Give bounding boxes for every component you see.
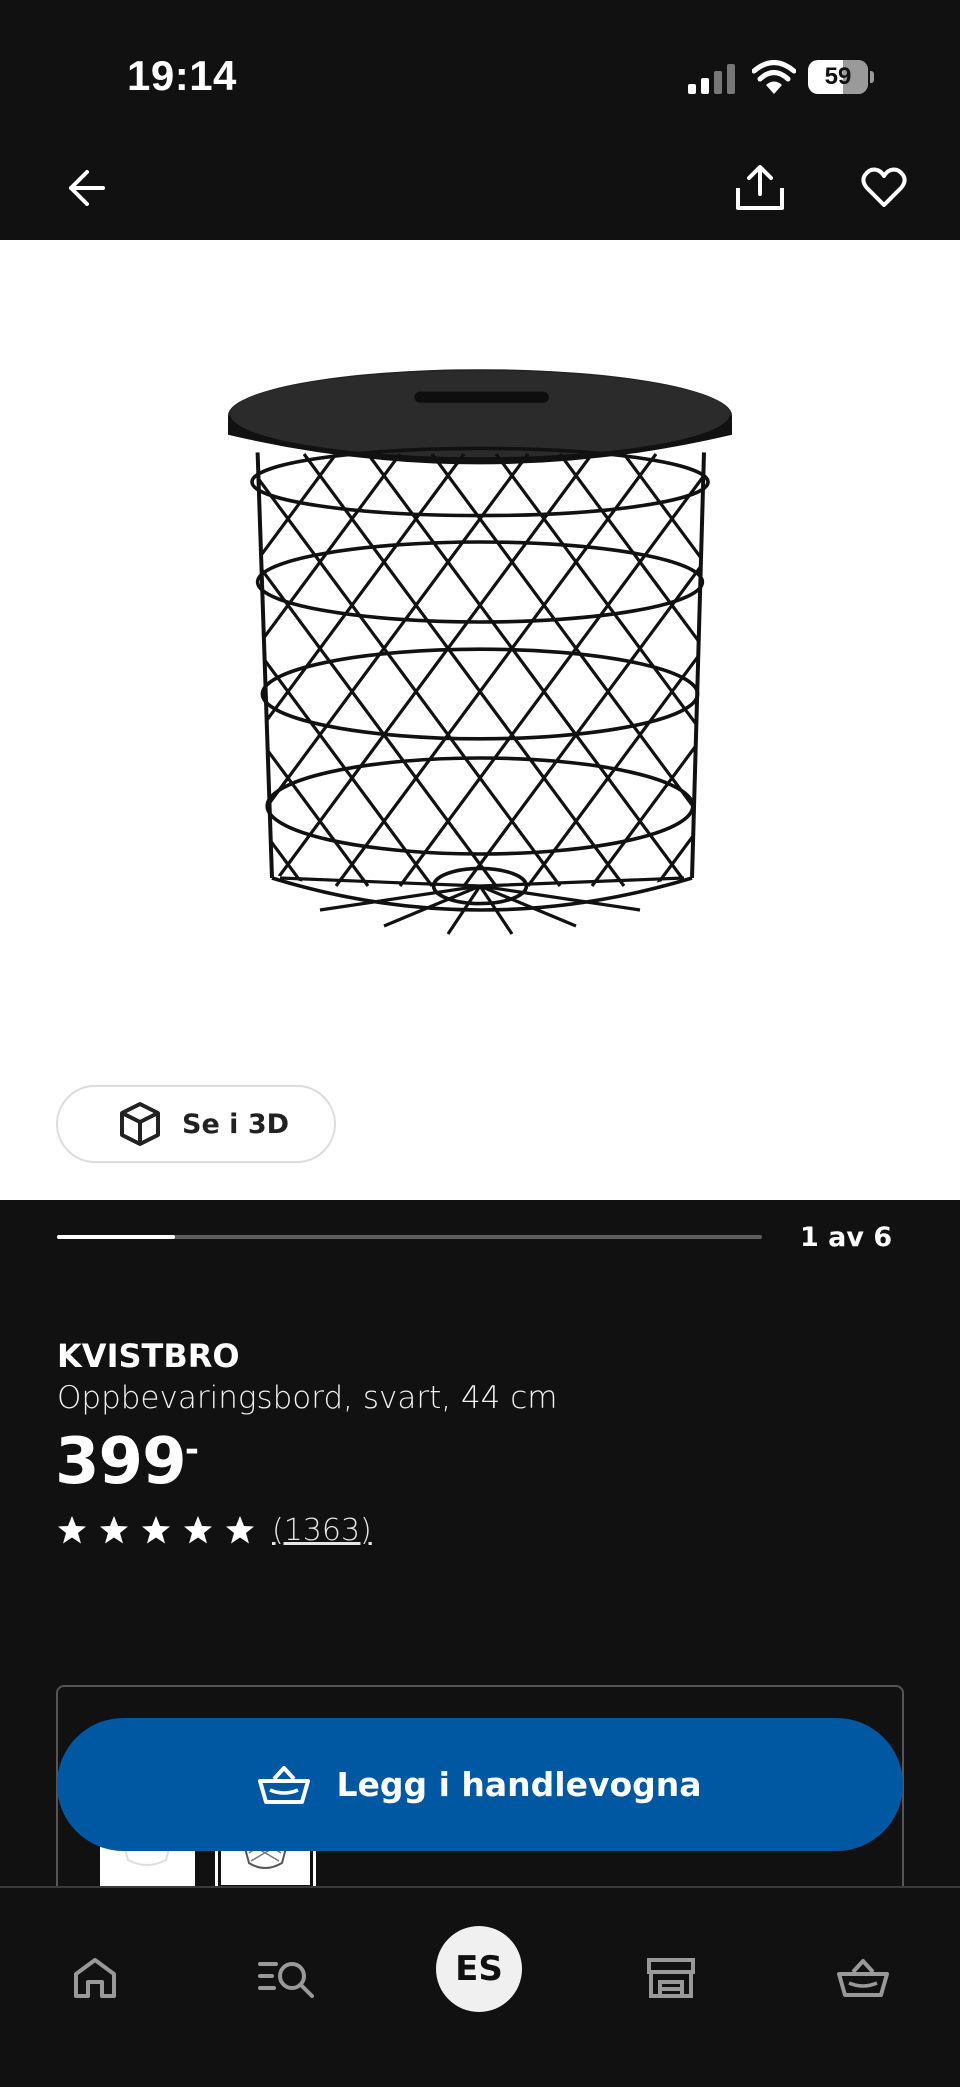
review-count-link[interactable]: (1363) — [272, 1513, 372, 1548]
gallery-progress-fill — [57, 1235, 175, 1239]
view-in-3d-button[interactable]: Se i 3D — [56, 1085, 336, 1163]
home-icon — [74, 1958, 116, 1998]
basket-icon — [837, 1959, 889, 1997]
wifi-icon — [752, 60, 796, 94]
cube-3d-icon — [120, 1102, 160, 1146]
tab-search[interactable] — [252, 1948, 322, 2008]
search-list-icon — [258, 1962, 314, 1998]
product-image — [228, 369, 732, 935]
bottom-tab-bar: ES — [0, 1886, 960, 2087]
product-image-gallery[interactable]: Se i 3D — [0, 240, 960, 1200]
avatar-initials: ES — [455, 1949, 503, 1989]
share-button[interactable] — [720, 152, 800, 224]
product-name: KVISTBRO — [57, 1337, 240, 1375]
arrow-left-icon — [69, 170, 105, 206]
battery-icon: 59 — [808, 60, 874, 94]
top-nav-bar — [0, 150, 960, 240]
star-icon — [184, 1516, 212, 1544]
product-price-suffix: ,- — [172, 1430, 200, 1470]
star-icon — [58, 1516, 86, 1544]
add-to-cart-button[interactable]: Legg i handlevogna — [57, 1718, 903, 1851]
tab-cart[interactable] — [828, 1948, 898, 2008]
store-icon — [647, 1958, 695, 1998]
status-bar: 19:14 59 — [0, 0, 960, 150]
heart-icon — [861, 167, 907, 207]
favorite-button[interactable] — [844, 152, 924, 224]
add-to-cart-label: Legg i handlevogna — [336, 1765, 702, 1804]
view-in-3d-label: Se i 3D — [182, 1108, 290, 1140]
tab-profile-avatar[interactable]: ES — [436, 1926, 522, 2012]
gallery-progress-bar — [57, 1235, 762, 1239]
star-icon — [100, 1516, 128, 1544]
rating-stars[interactable] — [57, 1515, 255, 1545]
product-price: 399 — [55, 1425, 187, 1499]
basket-icon — [258, 1765, 311, 1804]
tab-stores[interactable] — [636, 1948, 706, 2008]
share-icon — [736, 165, 784, 210]
tab-home[interactable] — [60, 1948, 130, 2008]
cellular-signal-icon — [688, 64, 735, 94]
gallery-counter: 1 av 6 — [800, 1222, 893, 1253]
product-description: Oppbevaringsbord, svart, 44 cm — [57, 1380, 558, 1416]
star-icon — [142, 1516, 170, 1544]
star-icon — [226, 1516, 254, 1544]
battery-level: 59 — [824, 63, 852, 90]
status-time: 19:14 — [127, 52, 237, 99]
back-button[interactable] — [46, 152, 126, 224]
